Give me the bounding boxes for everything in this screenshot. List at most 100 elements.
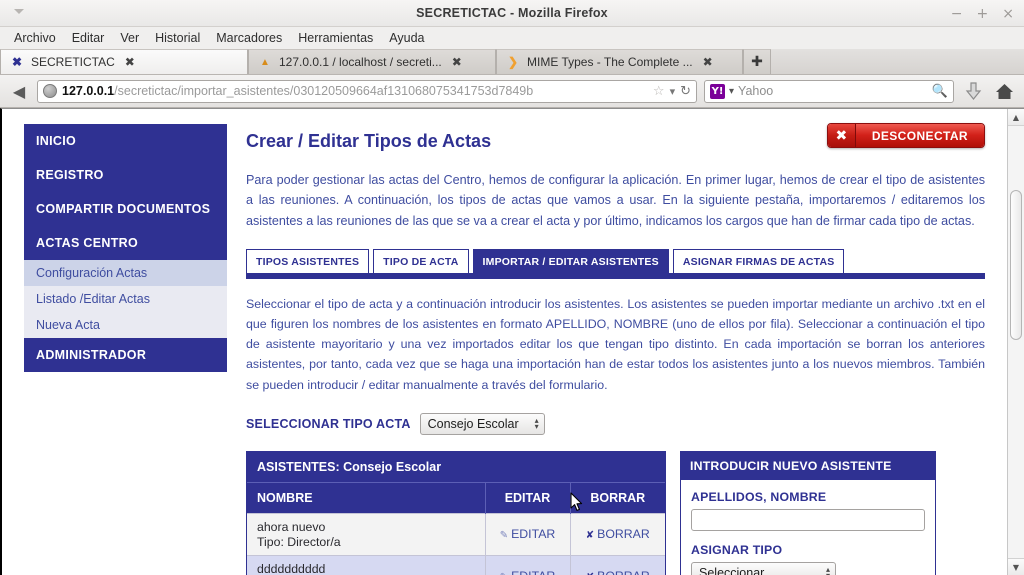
browser-tab-label: 127.0.0.1 / localhost / secreti... <box>279 55 442 69</box>
menu-archivo[interactable]: Archivo <box>6 29 64 47</box>
attendee-name: ahora nuevo <box>257 519 326 534</box>
url-host: 127.0.0.1 <box>62 84 115 98</box>
phpmyadmin-favicon: ▲ <box>260 56 270 68</box>
new-tab-button[interactable]: ✚ <box>743 49 771 74</box>
scroll-up-arrow-icon[interactable]: ▲ <box>1008 109 1024 126</box>
url-bar[interactable]: 127.0.0.1/secretictac/importar_asistente… <box>37 79 697 103</box>
globe-icon <box>43 84 57 98</box>
scrollbar-thumb[interactable] <box>1010 190 1022 340</box>
title-bar: SECRETICTAC - Mozilla Firefox − + × <box>0 0 1024 27</box>
download-arrow-icon[interactable] <box>961 79 985 103</box>
secretictac-favicon: ✖ <box>11 55 23 69</box>
page-title: Crear / Editar Tipos de Actas <box>246 131 492 151</box>
site-sidebar: INICIO REGISTRO COMPARTIR DOCUMENTOS ACT… <box>24 124 227 372</box>
back-arrow-icon[interactable]: ◀ <box>8 80 30 102</box>
asignar-tipo-value: Seleccionar <box>699 565 765 575</box>
panels-row: ASISTENTES: Consejo Escolar NOMBRE EDITA… <box>246 450 985 575</box>
sidebar-item-registro[interactable]: REGISTRO <box>24 158 227 192</box>
browser-tab-close-icon[interactable]: ✖ <box>452 55 462 69</box>
browser-tab-mime-types[interactable]: ❯ MIME Types - The Complete ... ✖ <box>496 49 743 74</box>
close-button[interactable]: × <box>1002 7 1014 21</box>
menu-herramientas[interactable]: Herramientas <box>290 29 381 47</box>
table-row: ahora nuevo Tipo: Director/a ✎ EDITAR ✘ BO… <box>247 512 665 556</box>
sidebar-item-listado-editar-actas[interactable]: Listado /Editar Actas <box>24 286 227 312</box>
maximize-button[interactable]: + <box>977 7 989 21</box>
home-icon[interactable] <box>992 79 1016 103</box>
tab-tipos-asistentes[interactable]: TIPOS ASISTENTES <box>246 249 370 274</box>
attendee-name: dddddddddd <box>257 561 326 575</box>
browser-tab-label: SECRETICTAC <box>31 55 115 69</box>
search-bar[interactable]: Y! ▾ Yahoo 🔍 <box>704 79 954 103</box>
delete-link[interactable]: BORRAR <box>597 527 650 541</box>
select-acta-spinner-icon[interactable]: ▴ ▾ <box>535 416 539 430</box>
asignar-tipo-label: ASIGNAR TIPO <box>691 542 783 557</box>
sidebar-item-configuracion-actas[interactable]: Configuración Actas <box>24 260 227 286</box>
select-acta-dropdown[interactable]: Consejo Escolar ▴ ▾ <box>419 412 545 435</box>
delete-link[interactable]: BORRAR <box>597 569 650 575</box>
url-text: 127.0.0.1/secretictac/importar_asistente… <box>62 84 648 98</box>
browser-tab-close-icon[interactable]: ✖ <box>703 55 713 69</box>
select-acta-row: SELECCIONAR TIPO ACTA Consejo Escolar ▴ … <box>246 412 985 435</box>
menu-marcadores[interactable]: Marcadores <box>208 29 290 47</box>
column-header-borrar: BORRAR <box>569 481 665 514</box>
browser-tab-phpmyadmin[interactable]: ▲ 127.0.0.1 / localhost / secreti... ✖ <box>248 49 496 74</box>
content-tab-strip: TIPOS ASISTENTES TIPO DE ACTA IMPORTAR /… <box>246 249 985 274</box>
sidebar-item-actas-centro[interactable]: ACTAS CENTRO <box>24 226 227 260</box>
new-attendee-panel: INTRODUCIR NUEVO ASISTENTE APELLIDOS, NO… <box>680 450 936 575</box>
menu-historial[interactable]: Historial <box>147 29 208 47</box>
url-bar-icons: ☆ ▾ ↻ <box>653 84 691 99</box>
edit-link[interactable]: EDITAR <box>511 527 555 541</box>
edit-cell[interactable]: ✎EDITAR <box>484 512 570 556</box>
edit-cell[interactable]: ✎EDITAR <box>484 554 570 575</box>
search-magnifier-icon[interactable]: 🔍 <box>932 84 948 99</box>
search-engine-dropdown-icon[interactable]: ▾ <box>729 86 734 97</box>
scrollbar-track[interactable] <box>1008 126 1024 558</box>
sidebar-item-nueva-acta[interactable]: Nueva Acta <box>24 312 227 338</box>
new-attendee-panel-title: INTRODUCIR NUEVO ASISTENTE <box>681 451 935 480</box>
description-paragraph: Seleccionar el tipo de acta y a continua… <box>246 297 985 392</box>
search-input[interactable]: Yahoo <box>738 84 928 98</box>
browser-tab-close-icon[interactable]: ✖ <box>125 55 135 69</box>
edit-link[interactable]: EDITAR <box>511 569 555 575</box>
scroll-down-arrow-icon[interactable]: ▼ <box>1008 558 1024 575</box>
menu-editar[interactable]: Editar <box>64 29 113 47</box>
tab-importar-editar-asistentes[interactable]: IMPORTAR / EDITAR ASISTENTES <box>472 249 669 274</box>
table-header-row: NOMBRE EDITAR BORRAR <box>247 481 665 514</box>
logout-button[interactable]: ✖ DESCONECTAR <box>826 123 985 148</box>
reload-icon[interactable]: ↻ <box>680 84 691 99</box>
intro-paragraph: Para poder gestionar las actas del Centr… <box>246 173 985 228</box>
select-acta-value: Consejo Escolar <box>427 416 519 431</box>
delete-cell[interactable]: ✘BORRAR <box>569 512 665 556</box>
select-acta-label: SELECCIONAR TIPO ACTA <box>246 416 411 431</box>
attendees-panel: ASISTENTES: Consejo Escolar NOMBRE EDITA… <box>246 450 666 575</box>
menu-bar: Archivo Editar Ver Historial Marcadores … <box>0 27 1024 50</box>
menu-ver[interactable]: Ver <box>112 29 147 47</box>
web-page: INICIO REGISTRO COMPARTIR DOCUMENTOS ACT… <box>2 109 1007 575</box>
sidebar-submenu: Configuración Actas Listado /Editar Acta… <box>24 260 227 338</box>
tab-asignar-firmas-de-actas[interactable]: ASIGNAR FIRMAS DE ACTAS <box>672 249 845 274</box>
attendee-type: Tipo: Director/a <box>257 534 341 549</box>
window-menu-icon[interactable] <box>14 9 24 14</box>
pencil-icon: ✎ <box>499 530 509 542</box>
page-scrollbar[interactable]: ▲ ▼ <box>1007 109 1024 575</box>
bookmark-star-icon[interactable]: ☆ <box>653 84 665 99</box>
minimize-button[interactable]: − <box>951 7 963 21</box>
asignar-tipo-spinner-icon[interactable]: ▴ ▾ <box>826 565 830 575</box>
page-header: Crear / Editar Tipos de Actas ✖ DESCONEC… <box>246 123 985 152</box>
tab-tipo-de-acta[interactable]: TIPO DE ACTA <box>373 249 469 274</box>
sidebar-item-compartir-documentos[interactable]: COMPARTIR DOCUMENTOS <box>24 192 227 226</box>
attendee-name-cell: ahora nuevo Tipo: Director/a <box>247 512 485 556</box>
yahoo-icon[interactable]: Y! <box>710 83 725 99</box>
attendee-name-cell: dddddddddd Tipo: Profesorado <box>247 554 485 575</box>
window-controls: − + × <box>951 0 1014 27</box>
browser-tab-secretictac[interactable]: ✖ SECRETICTAC ✖ <box>0 49 248 74</box>
url-dropdown-icon[interactable]: ▾ <box>670 85 676 98</box>
new-attendee-form-body: APELLIDOS, NOMBRE ASIGNAR TIPO Seleccion… <box>681 480 935 575</box>
menu-ayuda[interactable]: Ayuda <box>381 29 432 47</box>
asignar-tipo-dropdown[interactable]: Seleccionar ▴ ▾ <box>691 561 836 575</box>
delete-cell[interactable]: ✘BORRAR <box>569 554 665 575</box>
attendees-table: NOMBRE EDITAR BORRAR ahora nuevo Tipo: D… <box>247 481 665 575</box>
sidebar-item-inicio[interactable]: INICIO <box>24 124 227 158</box>
sidebar-item-administrador[interactable]: ADMINISTRADOR <box>24 338 227 372</box>
apellidos-nombre-input[interactable] <box>691 508 925 531</box>
